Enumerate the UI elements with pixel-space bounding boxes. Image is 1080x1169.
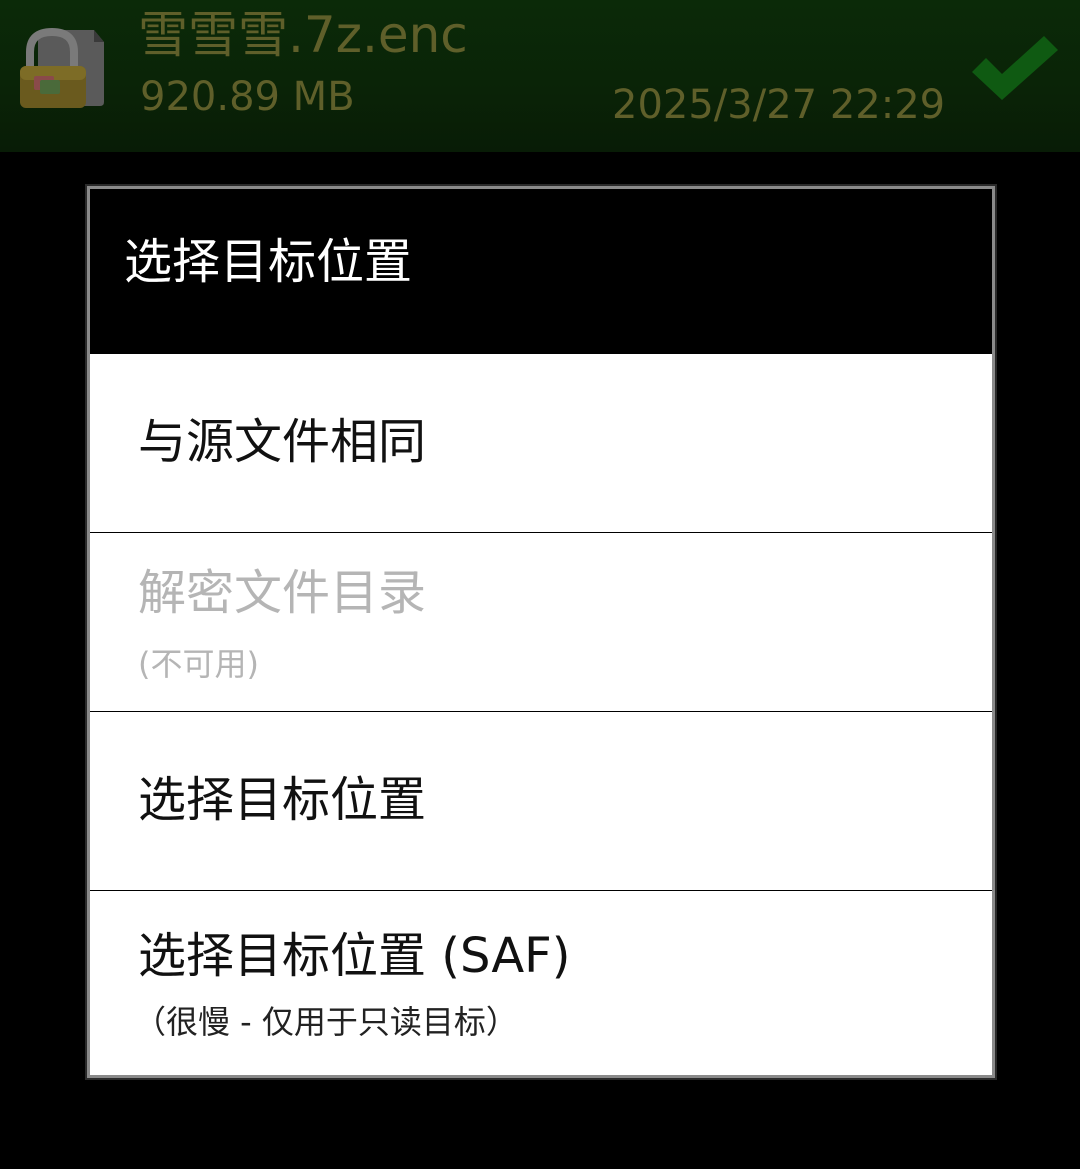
locked-file-icon <box>20 27 104 108</box>
option-decrypted-files-dir: 解密文件目录 (不可用) <box>90 532 992 711</box>
option-choose-destination[interactable]: 选择目标位置 <box>90 711 992 890</box>
select-destination-dialog: 选择目标位置 与源文件相同 解密文件目录 (不可用) 选择目标位置 选择目标位置… <box>87 186 995 1078</box>
checkmark-icon <box>972 36 1058 100</box>
option-label: 选择目标位置 <box>138 772 427 828</box>
option-label: 选择目标位置 (SAF) <box>138 928 571 984</box>
option-same-as-source[interactable]: 与源文件相同 <box>90 353 992 532</box>
file-name: 雪雪雪.7z.enc <box>138 6 468 64</box>
option-label: 解密文件目录 <box>138 565 427 621</box>
file-size: 920.89 MB <box>140 74 355 120</box>
dialog-title: 选择目标位置 <box>124 234 413 290</box>
file-date: 2025/3/27 22:29 <box>612 82 946 128</box>
option-choose-destination-saf[interactable]: 选择目标位置 (SAF) （很慢 - 仅用于只读目标） <box>90 890 992 1072</box>
option-sublabel: （很慢 - 仅用于只读目标） <box>134 1003 518 1041</box>
file-list-row[interactable]: 雪雪雪.7z.enc 920.89 MB 2025/3/27 22:29 <box>0 0 1080 152</box>
option-sublabel: (不可用) <box>138 645 259 683</box>
option-label: 与源文件相同 <box>138 414 427 470</box>
dialog-header: 选择目标位置 <box>90 189 992 353</box>
